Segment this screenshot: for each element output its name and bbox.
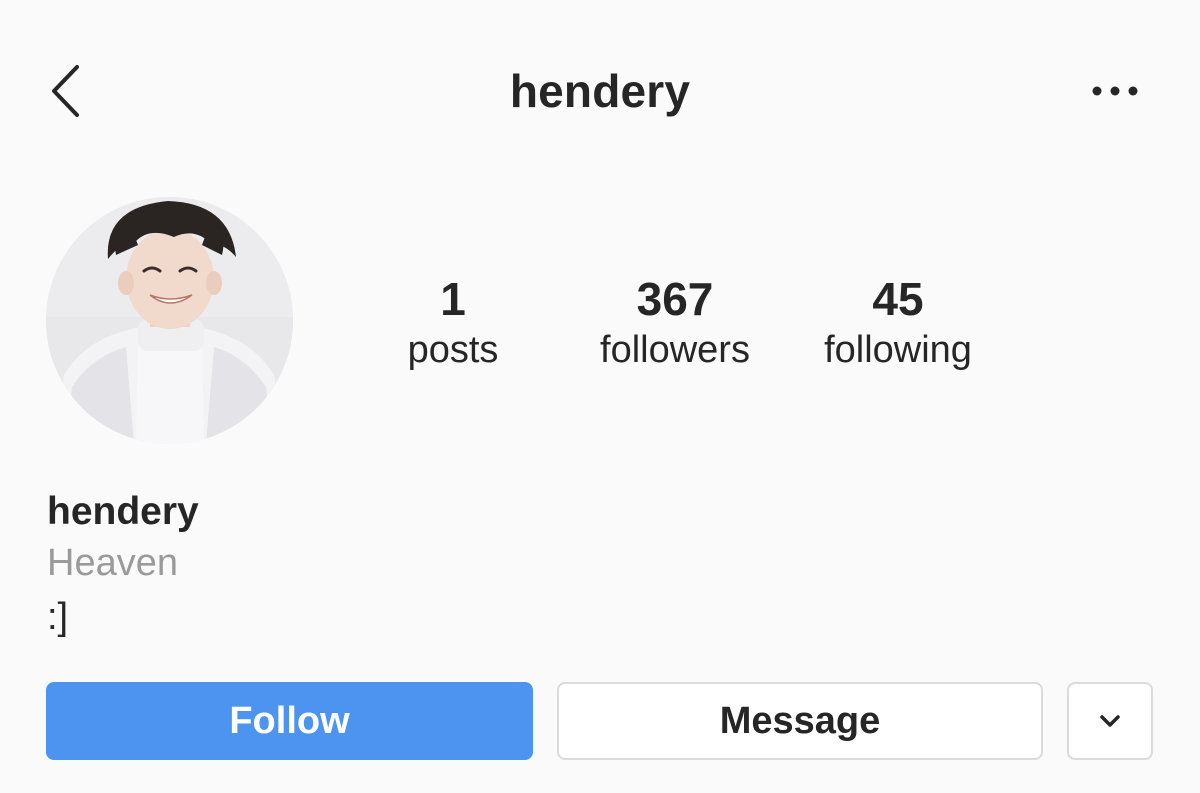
following-stat[interactable]: 45 following [806, 272, 990, 374]
page-title: hendery [509, 65, 691, 117]
followers-count: 367 [636, 273, 714, 325]
posts-count: 1 [440, 273, 466, 325]
bio-text: :] [47, 596, 69, 638]
followers-stat[interactable]: 367 followers [582, 272, 768, 374]
profile-category: Heaven [47, 542, 178, 584]
posts-stat[interactable]: 1 posts [393, 272, 513, 374]
following-label: following [824, 329, 972, 371]
message-button[interactable]: Message [557, 682, 1043, 760]
profile-page: hendery 1 posts 367 followers 45 followi… [0, 0, 1200, 793]
avatar[interactable] [46, 197, 293, 444]
more-options-button[interactable] [1082, 74, 1148, 108]
following-count: 45 [872, 273, 924, 325]
more-horizontal-icon [1092, 86, 1138, 96]
suggested-accounts-button[interactable] [1067, 682, 1153, 760]
chevron-down-icon [1100, 715, 1120, 727]
follow-button[interactable]: Follow [46, 682, 533, 760]
profile-photo [46, 197, 293, 444]
followers-label: followers [600, 329, 750, 371]
posts-label: posts [407, 329, 499, 371]
display-name: hendery [47, 490, 199, 533]
